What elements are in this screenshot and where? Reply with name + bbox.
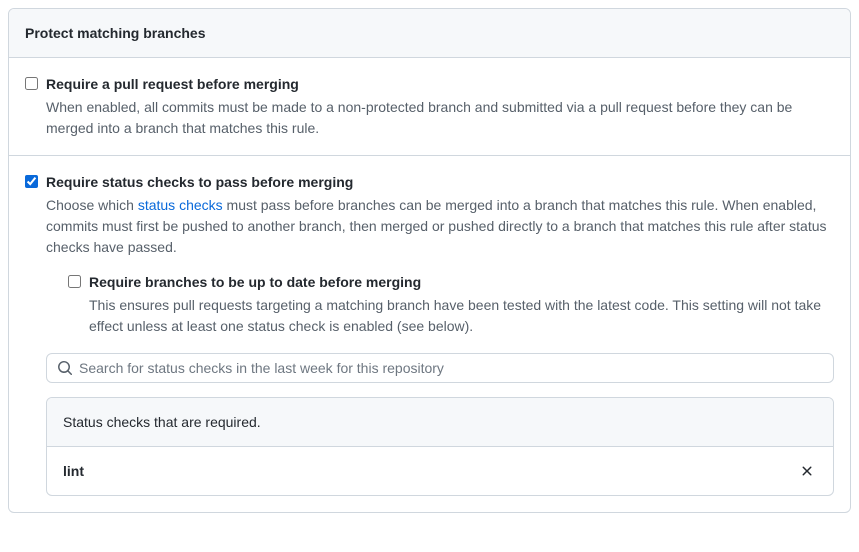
status-checks-link[interactable]: status checks [138, 197, 223, 213]
required-check-item: lint [47, 447, 833, 495]
require-status-title: Require status checks to pass before mer… [46, 172, 834, 193]
close-icon [799, 463, 815, 479]
require-pr-content: Require a pull request before merging Wh… [46, 74, 834, 139]
require-status-desc: Choose which status checks must pass bef… [46, 195, 834, 258]
require-uptodate-content: Require branches to be up to date before… [89, 272, 834, 337]
require-status-checkbox[interactable] [25, 175, 38, 188]
protect-branches-panel: Protect matching branches Require a pull… [8, 8, 851, 513]
panel-header: Protect matching branches [9, 9, 850, 58]
require-pr-desc: When enabled, all commits must be made t… [46, 97, 834, 139]
require-status-section: Require status checks to pass before mer… [9, 155, 850, 512]
require-uptodate-title: Require branches to be up to date before… [89, 272, 834, 293]
require-pr-title: Require a pull request before merging [46, 74, 834, 95]
remove-check-button[interactable] [797, 461, 817, 481]
require-uptodate-block: Require branches to be up to date before… [68, 272, 834, 337]
require-uptodate-checkbox[interactable] [68, 275, 81, 288]
require-uptodate-desc: This ensures pull requests targeting a m… [89, 295, 834, 337]
required-check-name: lint [63, 463, 84, 479]
status-check-search-input[interactable] [79, 360, 823, 376]
require-pr-section: Require a pull request before merging Wh… [9, 58, 850, 155]
search-icon [57, 360, 73, 376]
require-status-content: Require status checks to pass before mer… [46, 172, 834, 496]
status-check-search[interactable] [46, 353, 834, 383]
require-status-desc-pre: Choose which [46, 197, 138, 213]
required-checks-header: Status checks that are required. [47, 398, 833, 447]
require-pr-checkbox[interactable] [25, 77, 38, 90]
required-checks-box: Status checks that are required. lint [46, 397, 834, 496]
